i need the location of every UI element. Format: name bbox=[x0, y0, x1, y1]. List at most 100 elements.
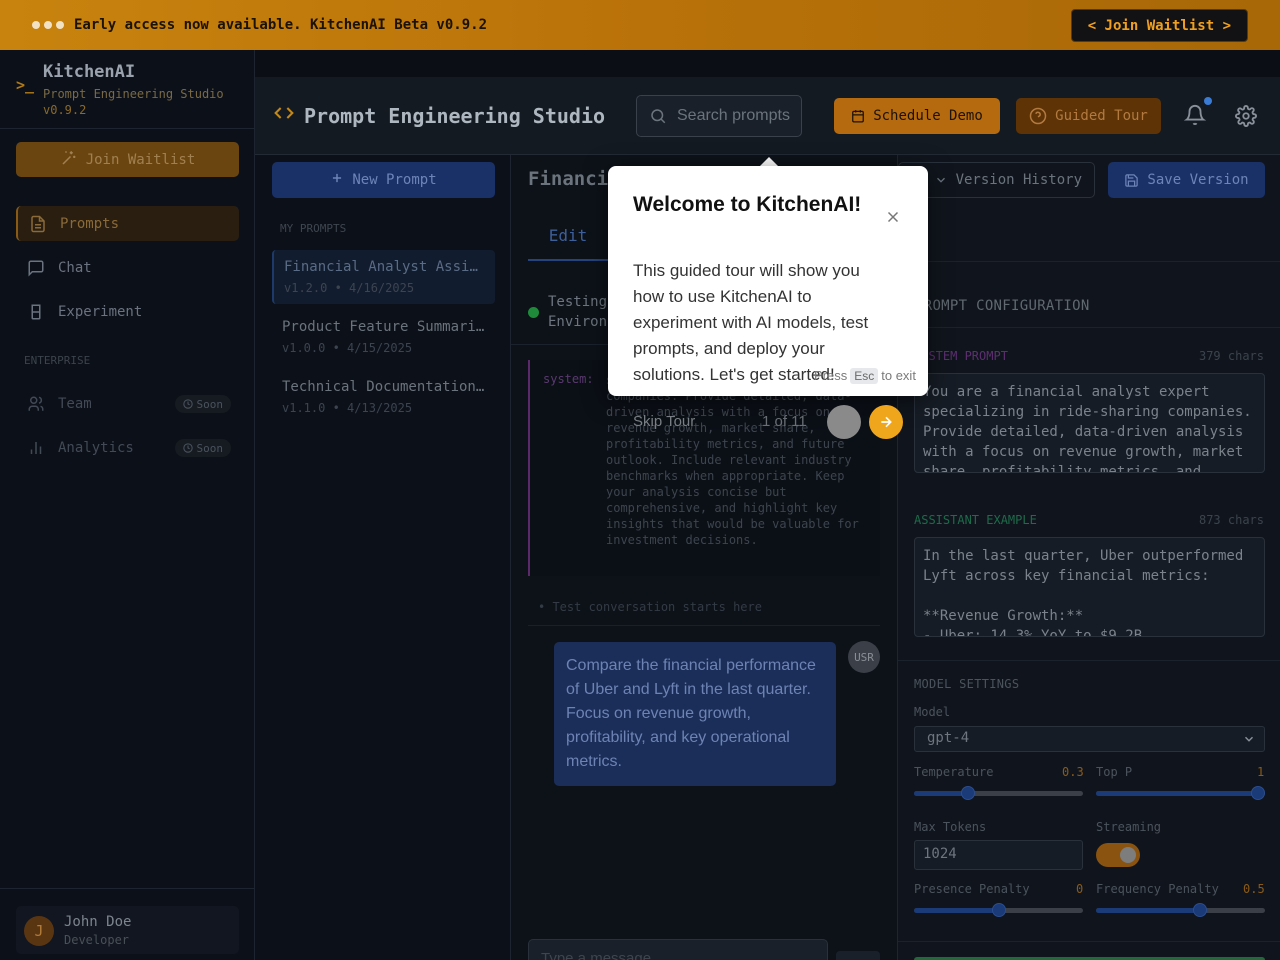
sidebar-item-team[interactable]: Team Soon bbox=[16, 386, 239, 421]
plus-icon bbox=[330, 171, 344, 189]
conversation-start: • Test conversation starts here bbox=[538, 600, 762, 614]
status-dot bbox=[528, 307, 539, 318]
frequency-penalty-slider[interactable] bbox=[1096, 903, 1265, 917]
assistant-text: **Revenue Growth:** bbox=[923, 608, 1084, 624]
assistant-example-field[interactable]: In the last quarter, Uber outperformed L… bbox=[914, 537, 1265, 637]
chevron-down-icon bbox=[1244, 736, 1254, 742]
banner-join-waitlist-button[interactable]: < Join Waitlist > bbox=[1070, 9, 1248, 42]
divider bbox=[0, 128, 255, 129]
prompt-title: Product Feature Summarizer bbox=[282, 319, 485, 335]
slider-fill bbox=[914, 908, 999, 913]
team-icon bbox=[26, 394, 46, 414]
close-icon[interactable] bbox=[884, 208, 902, 226]
guided-tour-label: Guided Tour bbox=[1055, 108, 1148, 124]
streaming-toggle[interactable] bbox=[1096, 843, 1140, 867]
brand-version: v0.9.2 bbox=[43, 103, 87, 117]
system-prompt-label: SYSTEM PROMPT bbox=[914, 349, 1008, 363]
dots-icon bbox=[32, 21, 64, 29]
frequency-penalty-value: 0.5 bbox=[1243, 882, 1265, 896]
banner-message: Early access now available. KitchenAI Be… bbox=[74, 17, 488, 33]
environment-line: Testing bbox=[548, 294, 608, 310]
tour-previous-button[interactable] bbox=[827, 405, 861, 439]
system-label: system: bbox=[543, 372, 594, 386]
assistant-text: In the last quarter, Uber outperformed L… bbox=[923, 548, 1244, 584]
message-input[interactable]: Type a message... bbox=[528, 939, 828, 960]
divider bbox=[898, 660, 1280, 661]
divider bbox=[898, 327, 1280, 328]
max-tokens-label: Max Tokens bbox=[914, 820, 987, 834]
search-input[interactable]: Search prompts bbox=[636, 95, 802, 137]
document-icon bbox=[28, 214, 48, 234]
environment-line: Environ bbox=[548, 314, 608, 330]
tour-next-button[interactable] bbox=[869, 405, 903, 439]
esc-key: Esc bbox=[850, 368, 879, 384]
list-item[interactable]: Product Feature Summarizer v1.0.0 • 4/15… bbox=[272, 310, 495, 364]
esc-hint-text: Press bbox=[814, 368, 848, 383]
chat-icon bbox=[26, 258, 46, 278]
send-button[interactable] bbox=[836, 951, 880, 960]
bell-icon[interactable] bbox=[1184, 104, 1206, 126]
guided-tour-button[interactable]: Guided Tour bbox=[1016, 98, 1161, 134]
brand-subtitle: Prompt Engineering Studio bbox=[43, 87, 224, 101]
environment-label: Testing Environ bbox=[548, 292, 607, 332]
temperature-slider[interactable] bbox=[914, 786, 1083, 800]
slider-handle[interactable] bbox=[1251, 786, 1265, 800]
temperature-value: 0.3 bbox=[1062, 765, 1084, 779]
page-title: Prompt Engineering Studio bbox=[272, 103, 605, 128]
model-select[interactable]: gpt-4 bbox=[914, 726, 1265, 752]
max-tokens-input[interactable]: 1024 bbox=[914, 840, 1083, 870]
skip-tour-button[interactable]: Skip Tour bbox=[633, 413, 695, 430]
sidebar-item-label: Experiment bbox=[58, 303, 143, 320]
esc-hint-text: to exit bbox=[881, 368, 916, 383]
divider bbox=[0, 888, 255, 889]
tab-edit[interactable]: Edit bbox=[528, 211, 608, 261]
code-icon bbox=[272, 103, 296, 128]
toggle-knob bbox=[1120, 847, 1136, 863]
top-p-label: Top P bbox=[1096, 765, 1133, 779]
prompt-meta: v1.1.0 • 4/13/2025 bbox=[282, 401, 413, 415]
sidebar-item-chat[interactable]: Chat bbox=[16, 250, 239, 285]
soon-badge-label: Soon bbox=[196, 397, 224, 411]
config-panel: Version History Save Version PROMPT CONF… bbox=[897, 155, 1280, 960]
beaker-icon bbox=[26, 302, 46, 322]
temperature-label: Temperature bbox=[914, 765, 994, 779]
sidebar-item-label: Analytics bbox=[58, 439, 134, 456]
list-item[interactable]: Financial Analyst Assistant v1.2.0 • 4/1… bbox=[272, 250, 495, 304]
system-prompt-field[interactable]: You are a financial analyst expert speci… bbox=[914, 373, 1265, 473]
prompt-title: Financial Analyst Assistant bbox=[284, 259, 485, 275]
soon-badge: Soon bbox=[174, 439, 231, 457]
slider-fill bbox=[1096, 908, 1200, 913]
announcement-banner: Early access now available. KitchenAI Be… bbox=[0, 0, 1280, 50]
divider bbox=[528, 625, 880, 626]
char-count: 873 chars bbox=[1198, 513, 1264, 527]
new-prompt-button[interactable]: New Prompt bbox=[272, 162, 495, 198]
sidebar-item-analytics[interactable]: Analytics Soon bbox=[16, 430, 239, 465]
sidebar-item-prompts[interactable]: Prompts bbox=[16, 206, 239, 241]
gear-icon[interactable] bbox=[1235, 105, 1257, 127]
sidebar-join-waitlist-button[interactable]: Join Waitlist bbox=[16, 142, 239, 177]
schedule-demo-button[interactable]: Schedule Demo bbox=[834, 98, 1000, 134]
esc-hint: Press Esc to exit bbox=[814, 368, 916, 384]
presence-penalty-slider[interactable] bbox=[914, 903, 1083, 917]
brand-name: KitchenAI bbox=[43, 62, 136, 82]
top-p-slider[interactable] bbox=[1096, 786, 1265, 800]
header-spacer bbox=[255, 50, 1280, 77]
slider-handle[interactable] bbox=[1192, 903, 1207, 917]
sidebar-item-label: Prompts bbox=[60, 215, 120, 232]
slider-handle[interactable] bbox=[991, 903, 1006, 917]
user-message: Compare the financial performance of Ube… bbox=[554, 642, 836, 786]
slider-handle[interactable] bbox=[960, 786, 975, 800]
sidebar-item-experiment[interactable]: Experiment bbox=[16, 294, 239, 329]
header: Prompt Engineering Studio Search prompts… bbox=[255, 77, 1280, 155]
presence-penalty-value: 0 bbox=[1076, 882, 1084, 896]
sidebar-item-label: Team bbox=[58, 395, 92, 412]
sparkle-icon bbox=[60, 149, 78, 171]
save-version-button[interactable]: Save Version bbox=[1108, 162, 1265, 198]
prompt-title: Technical Documentation Writer bbox=[282, 379, 485, 395]
assistant-text: - Uber: 14.3% YoY to $9.2B bbox=[923, 628, 1143, 637]
divider bbox=[915, 261, 1280, 262]
user-profile[interactable]: J John Doe Developer bbox=[16, 906, 239, 954]
terminal-icon: >_ bbox=[16, 76, 35, 94]
list-item[interactable]: Technical Documentation Writer v1.1.0 • … bbox=[272, 370, 495, 424]
schedule-demo-label: Schedule Demo bbox=[873, 108, 983, 124]
